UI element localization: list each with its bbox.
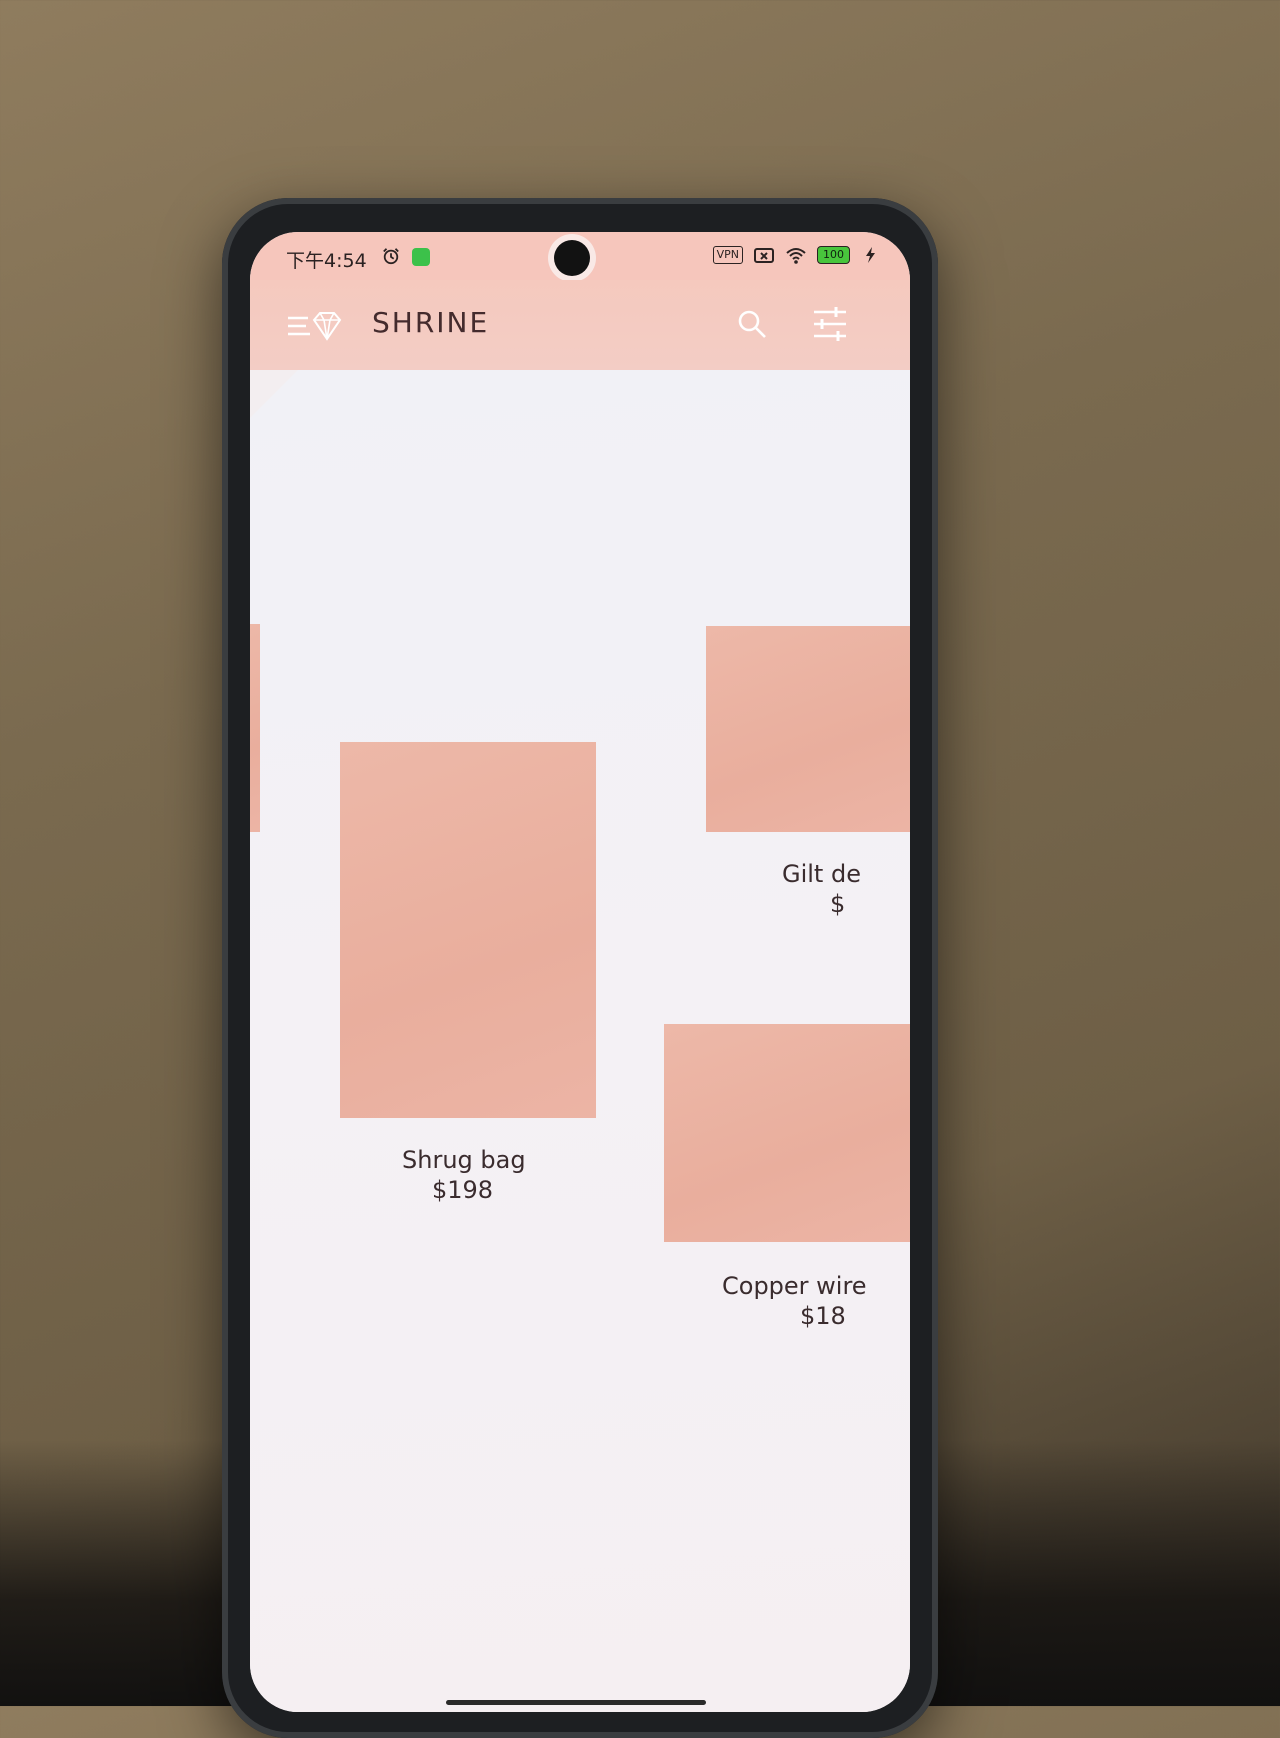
bolt-icon — [866, 247, 875, 263]
product-name: Copper wire — [722, 1272, 867, 1300]
menu-icon[interactable] — [286, 310, 342, 342]
search-icon[interactable] — [736, 308, 768, 340]
product-name: Shrug bag — [402, 1146, 526, 1174]
product-price: $ — [830, 890, 846, 918]
wechat-icon — [412, 248, 430, 266]
app-title: SHRINE — [372, 306, 490, 339]
product-grid: Shrug bag $198 Gilt de $ Copper wire $18 — [250, 370, 910, 1712]
tune-icon[interactable] — [810, 304, 850, 344]
product-price: $18 — [800, 1302, 846, 1330]
wifi-icon — [786, 248, 806, 264]
sim-icon — [754, 248, 774, 263]
app-bar: SHRINE — [250, 280, 910, 370]
product-image-shrug-bag[interactable] — [340, 742, 596, 1118]
product-price: $198 — [432, 1176, 494, 1204]
home-indicator[interactable] — [446, 1700, 706, 1705]
battery-indicator: 100 — [817, 246, 850, 264]
product-image-gilt[interactable] — [706, 626, 910, 832]
product-name: Gilt de — [782, 860, 861, 888]
vpn-badge: VPN — [712, 246, 743, 264]
phone-screen: 下午4:54 VPN 100 SHRINE Shrug bag $198 Gil… — [250, 232, 910, 1712]
status-time: 下午4:54 — [286, 250, 367, 272]
alarm-icon — [383, 248, 399, 265]
status-icons: VPN 100 — [712, 245, 882, 265]
product-image-copper-wire[interactable] — [664, 1024, 910, 1242]
front-camera — [554, 240, 590, 276]
diamond-logo-icon — [312, 312, 342, 341]
product-card-partial[interactable] — [250, 624, 260, 832]
status-bar: 下午4:54 VPN 100 — [250, 232, 910, 280]
